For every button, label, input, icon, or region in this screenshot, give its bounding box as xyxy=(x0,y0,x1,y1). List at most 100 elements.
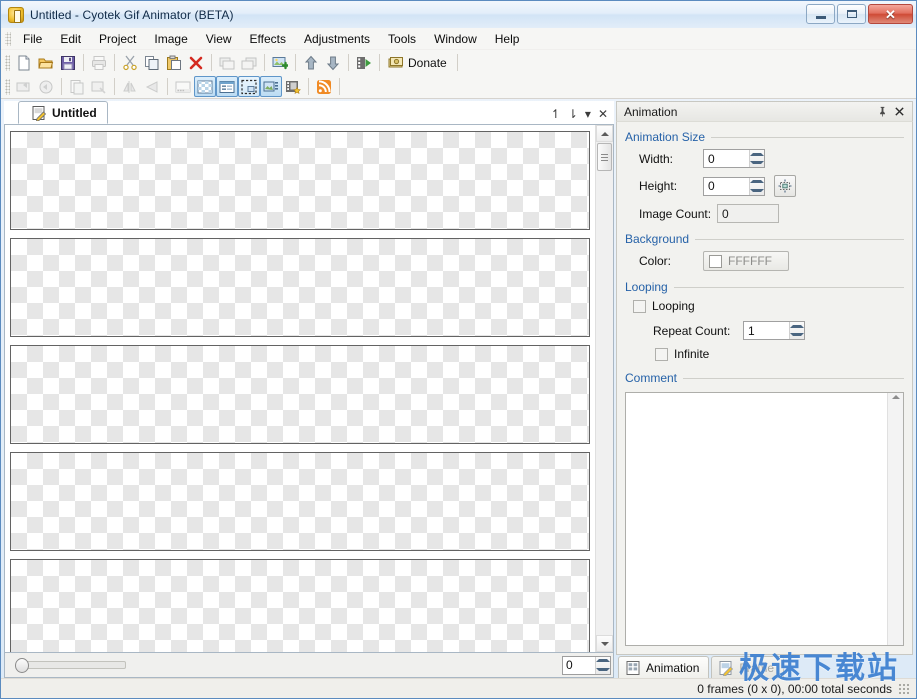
secondary-toolbar-grip[interactable] xyxy=(5,79,10,95)
menu-window[interactable]: Window xyxy=(425,29,486,49)
panel-close-button[interactable] xyxy=(891,104,908,120)
redo-button[interactable] xyxy=(35,76,57,97)
zoom-value-stepper[interactable] xyxy=(562,656,611,675)
frame-panel[interactable] xyxy=(10,238,590,337)
add-frame-button[interactable] xyxy=(282,76,304,97)
infinite-checkbox-row[interactable]: Infinite xyxy=(625,347,904,361)
looping-checkbox-row[interactable]: Looping xyxy=(625,299,904,313)
width-decrement-button[interactable] xyxy=(750,159,764,168)
cut-button[interactable] xyxy=(119,52,141,73)
document-tab-untitled[interactable]: Untitled xyxy=(18,101,108,124)
show-properties-button[interactable] xyxy=(216,76,238,97)
height-stepper[interactable] xyxy=(703,177,765,196)
height-decrement-button[interactable] xyxy=(750,186,764,195)
remove-frame-button[interactable] xyxy=(88,76,110,97)
tab-dropdown-icon[interactable]: ▾ xyxy=(585,107,591,121)
zoom-slider-handle[interactable] xyxy=(15,658,29,673)
flip-horizontal-button[interactable] xyxy=(119,76,141,97)
show-filmstrip-button[interactable] xyxy=(172,76,194,97)
duplicate-frame-button[interactable] xyxy=(66,76,88,97)
rss-icon xyxy=(316,79,332,95)
background-color-value: FFFFFF xyxy=(728,254,772,268)
flip-vertical-button[interactable] xyxy=(141,76,163,97)
tab-close-icon[interactable]: ✕ xyxy=(598,107,608,121)
frame-tab-icon xyxy=(718,660,734,676)
scroll-up-button[interactable] xyxy=(596,125,613,142)
tab-animation[interactable]: Animation xyxy=(618,656,709,678)
pin-button[interactable] xyxy=(874,104,891,120)
frames-list[interactable] xyxy=(5,125,595,652)
comment-scrollbar[interactable] xyxy=(887,393,903,645)
undo-button[interactable] xyxy=(13,76,35,97)
print-button[interactable] xyxy=(88,52,110,73)
news-feed-button[interactable] xyxy=(313,76,335,97)
comment-textarea[interactable] xyxy=(626,393,887,645)
paste-icon xyxy=(166,55,182,71)
infinite-checkbox[interactable] xyxy=(655,348,668,361)
zoom-increment-button[interactable] xyxy=(596,657,610,666)
frame-panel[interactable] xyxy=(10,452,590,551)
height-increment-button[interactable] xyxy=(750,178,764,187)
comment-field[interactable] xyxy=(625,392,904,646)
main-toolbar: Donate xyxy=(1,50,916,75)
looping-checkbox[interactable] xyxy=(633,300,646,313)
open-file-button[interactable] xyxy=(35,52,57,73)
menu-image[interactable]: Image xyxy=(145,29,196,49)
document-area: Untitled ↿ ⇂ ▾ ✕ xyxy=(4,101,614,678)
repeat-count-increment-button[interactable] xyxy=(790,322,804,331)
play-animation-button[interactable] xyxy=(353,52,375,73)
add-image-button[interactable] xyxy=(269,52,291,73)
repeat-count-stepper[interactable] xyxy=(743,321,805,340)
new-file-button[interactable] xyxy=(13,52,35,73)
copy-button[interactable] xyxy=(141,52,163,73)
tab-scroll-right-icon[interactable]: ⇂ xyxy=(568,107,578,121)
tab-scroll-left-icon[interactable]: ↿ xyxy=(551,107,561,121)
scrollbar-track[interactable] xyxy=(596,171,613,635)
width-input[interactable] xyxy=(704,150,749,167)
move-down-button[interactable] xyxy=(322,52,344,73)
delete-button[interactable] xyxy=(185,52,207,73)
zoom-value-input[interactable] xyxy=(563,657,595,674)
repeat-count-input[interactable] xyxy=(744,322,789,339)
height-label: Height: xyxy=(625,179,703,193)
menu-adjustments[interactable]: Adjustments xyxy=(295,29,379,49)
menu-view[interactable]: View xyxy=(197,29,241,49)
maximize-button[interactable] xyxy=(837,4,866,24)
frame-panel[interactable] xyxy=(10,559,590,652)
menu-file[interactable]: File xyxy=(14,29,51,49)
save-button[interactable] xyxy=(57,52,79,73)
menu-grip[interactable] xyxy=(5,32,11,46)
menu-help[interactable]: Help xyxy=(486,29,529,49)
donate-button[interactable]: Donate xyxy=(384,52,453,73)
zoom-decrement-button[interactable] xyxy=(596,665,610,674)
menu-edit[interactable]: Edit xyxy=(51,29,90,49)
close-button[interactable]: ✕ xyxy=(868,4,913,24)
menu-project[interactable]: Project xyxy=(90,29,145,49)
resize-to-fit-button[interactable] xyxy=(774,175,796,197)
toolbar-grip[interactable] xyxy=(5,55,10,71)
import-frames-button[interactable] xyxy=(216,52,238,73)
paste-button[interactable] xyxy=(163,52,185,73)
canvas-vertical-scrollbar[interactable] xyxy=(595,125,613,652)
frame-panel[interactable] xyxy=(10,131,590,230)
repeat-count-decrement-button[interactable] xyxy=(790,331,804,340)
minimize-button[interactable] xyxy=(806,4,835,24)
zoom-slider[interactable] xyxy=(11,656,126,674)
export-frames-button[interactable] xyxy=(238,52,260,73)
background-color-button[interactable]: FFFFFF xyxy=(703,251,789,271)
scroll-down-button[interactable] xyxy=(596,635,613,652)
tab-frame[interactable]: Frame xyxy=(711,656,784,678)
width-increment-button[interactable] xyxy=(750,150,764,159)
show-transparency-button[interactable] xyxy=(194,76,216,97)
show-frame-list-button[interactable] xyxy=(260,76,282,97)
comment-scroll-up-icon[interactable] xyxy=(892,395,900,399)
scrollbar-thumb[interactable] xyxy=(597,143,612,171)
resize-grip[interactable] xyxy=(898,683,910,695)
width-stepper[interactable] xyxy=(703,149,765,168)
menu-effects[interactable]: Effects xyxy=(241,29,295,49)
height-input[interactable] xyxy=(704,178,749,195)
frame-panel[interactable] xyxy=(10,345,590,444)
menu-tools[interactable]: Tools xyxy=(379,29,425,49)
show-selection-button[interactable] xyxy=(238,76,260,97)
move-up-button[interactable] xyxy=(300,52,322,73)
